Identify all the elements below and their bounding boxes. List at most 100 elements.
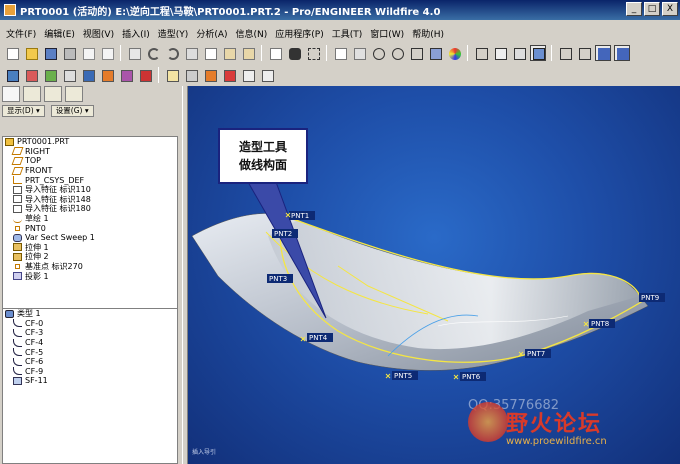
- settings-dropdown[interactable]: 设置(G) ▾: [50, 105, 94, 117]
- ruler-icon: [167, 70, 179, 82]
- favorites-tab[interactable]: [44, 86, 62, 102]
- zoom-in-button[interactable]: [370, 45, 386, 61]
- saved-analysis-button[interactable]: [221, 67, 237, 83]
- curve-icon: [13, 357, 22, 366]
- layers-button[interactable]: [427, 45, 443, 61]
- graphics-viewport[interactable]: PNT1 PNT2 PNT3 PNT4 PNT5 PNT6 PNT7 PNT8 …: [188, 86, 680, 464]
- hide-analysis-button[interactable]: [240, 67, 256, 83]
- zoom-out-button[interactable]: [389, 45, 405, 61]
- model-tree-item[interactable]: PRT0001.PRT: [3, 137, 177, 147]
- menu-help[interactable]: 帮助(H): [408, 27, 448, 40]
- model-tree-item[interactable]: 投影 1: [3, 271, 177, 281]
- analysis-3-button[interactable]: [61, 67, 77, 83]
- model-tree-item[interactable]: RIGHT: [3, 147, 177, 157]
- style-tree-item[interactable]: CF-5: [3, 347, 177, 357]
- menu-analysis[interactable]: 分析(A): [192, 27, 231, 40]
- shading-button[interactable]: [530, 45, 546, 61]
- style-tool-button[interactable]: [4, 67, 20, 83]
- style-tree-item[interactable]: SF-11: [3, 376, 177, 386]
- section-button[interactable]: [202, 67, 218, 83]
- datum-points-toggle[interactable]: [595, 45, 611, 61]
- paste-button[interactable]: [221, 45, 237, 61]
- style-tree-item[interactable]: 类型 1: [3, 309, 177, 319]
- model-tree-item[interactable]: PNT0: [3, 223, 177, 233]
- menu-edit[interactable]: 编辑(E): [40, 27, 79, 40]
- find-button[interactable]: [286, 45, 302, 61]
- paste-icon: [224, 48, 236, 60]
- relations-button[interactable]: [267, 45, 283, 61]
- menu-applications[interactable]: 应用程序(P): [271, 27, 327, 40]
- zoom-in-icon: [373, 48, 385, 60]
- paste-special-button[interactable]: [240, 45, 256, 61]
- menu-tools[interactable]: 工具(T): [328, 27, 367, 40]
- watermark-logo-text: 野火论坛: [506, 412, 603, 437]
- history-tab[interactable]: [65, 86, 83, 102]
- style-tree-item[interactable]: CF-9: [3, 367, 177, 377]
- menu-insert[interactable]: 插入(I): [118, 27, 154, 40]
- close-button[interactable]: X: [662, 2, 678, 16]
- select-box-button[interactable]: [305, 45, 321, 61]
- minimize-button[interactable]: _: [626, 2, 642, 16]
- style-tree-item[interactable]: CF-6: [3, 357, 177, 367]
- regenerate-button[interactable]: [126, 45, 142, 61]
- email-link-button[interactable]: [99, 45, 115, 61]
- repaint-icon: [335, 48, 347, 60]
- maximize-button[interactable]: □: [644, 2, 660, 16]
- relations-icon: [270, 48, 282, 60]
- surface-icon: [13, 376, 22, 385]
- open-button[interactable]: [23, 45, 39, 61]
- curve-icon: [13, 328, 22, 337]
- new-button[interactable]: [4, 45, 20, 61]
- datum-point-toggle-icon: [598, 48, 610, 60]
- undo-button[interactable]: [145, 45, 161, 61]
- regenerate-icon: [129, 48, 141, 60]
- mass-props-button[interactable]: [183, 67, 199, 83]
- analysis-4-button[interactable]: [80, 67, 96, 83]
- model-tree-item[interactable]: FRONT: [3, 166, 177, 176]
- wireframe-button[interactable]: [473, 45, 489, 61]
- style-tree-item[interactable]: CF-0: [3, 319, 177, 329]
- menu-file[interactable]: 文件(F): [2, 27, 40, 40]
- orient-button[interactable]: [351, 45, 367, 61]
- datum-plane-icon: [11, 156, 24, 165]
- hidden-line-button[interactable]: [492, 45, 508, 61]
- toolbar-separator: [158, 67, 159, 83]
- email-button[interactable]: [80, 45, 96, 61]
- title-bar: PRT0001 (活动的) E:\逆向工程\马鞍\PRT0001.PRT.2 -…: [0, 0, 680, 20]
- copy-button[interactable]: [202, 45, 218, 61]
- menu-window[interactable]: 窗口(W): [366, 27, 408, 40]
- tree-item-label: 类型 1: [17, 309, 41, 319]
- analysis-6-button[interactable]: [118, 67, 134, 83]
- model-tree-item[interactable]: 草绘 1: [3, 214, 177, 224]
- analysis-2-button[interactable]: [42, 67, 58, 83]
- save-button[interactable]: [42, 45, 58, 61]
- print-button[interactable]: [61, 45, 77, 61]
- hide-analysis-icon: [243, 70, 255, 82]
- delete-analysis-icon: [262, 70, 274, 82]
- datum-axes-toggle[interactable]: [576, 45, 592, 61]
- cut-button[interactable]: [183, 45, 199, 61]
- toolbar-separator: [120, 45, 121, 61]
- menu-view[interactable]: 视图(V): [79, 27, 118, 40]
- menu-info[interactable]: 信息(N): [232, 27, 272, 40]
- analysis-7-button[interactable]: [137, 67, 153, 83]
- repaint-button[interactable]: [332, 45, 348, 61]
- tree-item-label: CF-3: [25, 328, 44, 338]
- redo-button[interactable]: [164, 45, 180, 61]
- no-hidden-button[interactable]: [511, 45, 527, 61]
- measure-button[interactable]: [164, 67, 180, 83]
- menu-style[interactable]: 造型(Y): [154, 27, 193, 40]
- appearance-button[interactable]: [446, 45, 462, 61]
- refit-button[interactable]: [408, 45, 424, 61]
- delete-analysis-button[interactable]: [259, 67, 275, 83]
- csys-toggle[interactable]: [614, 45, 630, 61]
- analysis-1-button[interactable]: [23, 67, 39, 83]
- display-dropdown[interactable]: 显示(D) ▾: [2, 105, 45, 117]
- model-tree-item[interactable]: TOP: [3, 156, 177, 166]
- folder-browser-tab[interactable]: [23, 86, 41, 102]
- style-tree-item[interactable]: CF-3: [3, 328, 177, 338]
- style-tree-item[interactable]: CF-4: [3, 338, 177, 348]
- analysis-5-button[interactable]: [99, 67, 115, 83]
- model-tree-tab[interactable]: [2, 86, 20, 102]
- datum-planes-toggle[interactable]: [557, 45, 573, 61]
